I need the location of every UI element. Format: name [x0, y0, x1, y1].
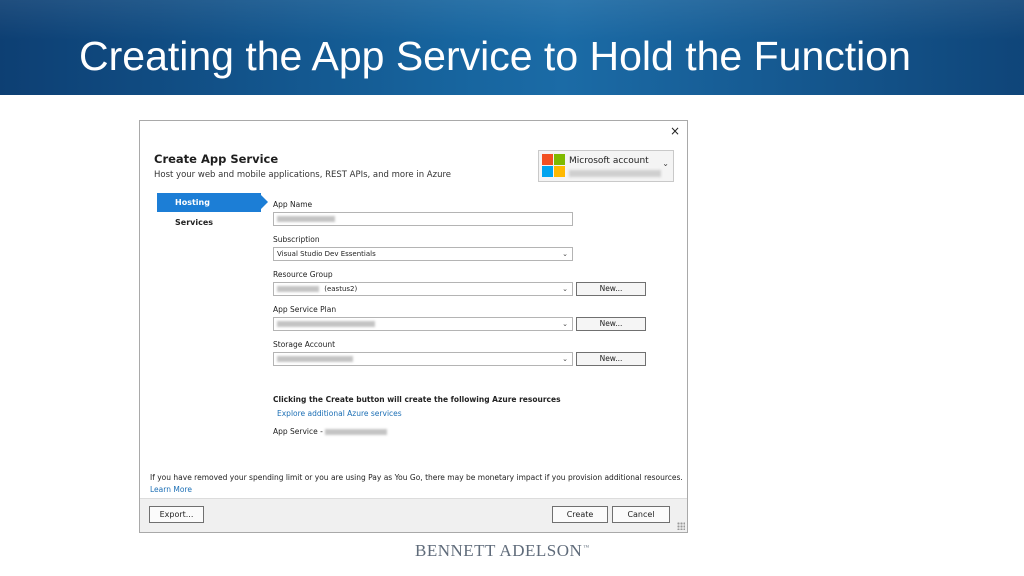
new-resource-group-button[interactable]: New...: [576, 282, 646, 296]
chevron-down-icon: ⌄: [562, 355, 568, 363]
subscription-select[interactable]: Visual Studio Dev Essentials ⌄: [273, 247, 573, 261]
resource-group-label: Resource Group: [273, 270, 333, 279]
redacted-text: [325, 429, 388, 435]
redacted-text: [277, 286, 319, 292]
subscription-value: Visual Studio Dev Essentials: [277, 250, 376, 258]
brand-name: BENNETT ADELSON: [415, 541, 583, 560]
create-resources-note: Clicking the Create button will create t…: [273, 395, 561, 404]
new-storage-account-button[interactable]: New...: [576, 352, 646, 366]
storage-account-select[interactable]: ⌄: [273, 352, 573, 366]
bennett-adelson-logo: BENNETT ADELSON™: [415, 541, 590, 561]
nav-item-services[interactable]: Services: [157, 213, 261, 232]
redacted-text: [277, 356, 353, 362]
account-email-redacted: [569, 170, 661, 177]
trademark-mark: ™: [583, 545, 590, 552]
resource-group-select[interactable]: (eastus2) ⌄: [273, 282, 573, 296]
export-button[interactable]: Export...: [149, 506, 204, 523]
app-name-input[interactable]: [273, 212, 573, 226]
app-service-resource: App Service -: [273, 427, 390, 436]
app-service-plan-select[interactable]: ⌄: [273, 317, 573, 331]
cancel-button[interactable]: Cancel: [612, 506, 670, 523]
chevron-down-icon: ⌄: [562, 320, 568, 328]
app-name-label: App Name: [273, 200, 313, 209]
dialog-subtitle: Host your web and mobile applications, R…: [154, 170, 452, 180]
redacted-text: [277, 216, 335, 222]
close-icon[interactable]: ×: [668, 124, 682, 138]
storage-account-label: Storage Account: [273, 340, 336, 349]
resize-grip-icon[interactable]: [677, 522, 685, 530]
explore-azure-services-link[interactable]: Explore additional Azure services: [277, 409, 402, 418]
account-picker[interactable]: Microsoft account ⌄: [538, 150, 674, 182]
dialog-title: Create App Service: [154, 152, 279, 166]
chevron-down-icon: ⌄: [562, 285, 568, 293]
spending-limit-note: If you have removed your spending limit …: [150, 473, 683, 482]
slide-header: Creating the App Service to Hold the Fun…: [0, 0, 1024, 95]
create-button[interactable]: Create: [552, 506, 608, 523]
chevron-down-icon: ⌄: [562, 250, 568, 258]
nav-item-hosting[interactable]: Hosting: [157, 193, 268, 212]
app-service-prefix: App Service -: [273, 427, 326, 436]
microsoft-logo-icon: [542, 154, 566, 178]
new-app-service-plan-button[interactable]: New...: [576, 317, 646, 331]
redacted-text: [277, 321, 375, 327]
app-service-plan-label: App Service Plan: [273, 305, 337, 314]
account-label: Microsoft account: [569, 156, 649, 166]
slide-title: Creating the App Service to Hold the Fun…: [79, 33, 911, 79]
subscription-label: Subscription: [273, 235, 320, 244]
chevron-down-icon: ⌄: [662, 159, 669, 168]
resource-group-region: (eastus2): [324, 285, 358, 293]
learn-more-link[interactable]: Learn More: [150, 485, 192, 494]
create-app-service-dialog: × Create App Service Host your web and m…: [139, 120, 688, 533]
